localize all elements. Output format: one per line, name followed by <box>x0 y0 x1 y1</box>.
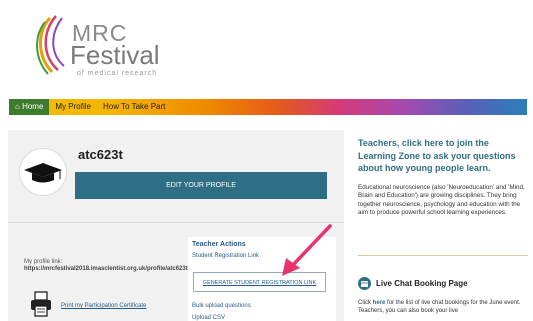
upload-csv-link[interactable]: Upload CSV <box>192 315 225 321</box>
bulk-upload-label: Bulk upload questions <box>192 303 251 309</box>
username: atc623t <box>78 147 123 162</box>
live-chat-booking-text: Click here for the list of live chat boo… <box>358 300 521 314</box>
teacher-actions-title: Teacher Actions <box>192 241 246 248</box>
edit-profile-button[interactable]: EDIT YOUR PROFILE <box>75 172 327 199</box>
profile-link-label: My profile link: <box>24 259 63 265</box>
printer-icon[interactable] <box>30 291 52 317</box>
teachers-learning-zone-link[interactable]: Teachers, click here to join the Learnin… <box>358 137 528 175</box>
annotation-arrow-icon <box>282 224 332 276</box>
chat-here-link[interactable]: here <box>373 300 386 306</box>
neuroscience-description: Educational neuroscience (also 'Neuroedu… <box>358 184 525 217</box>
logo-festival-text: Festival <box>70 40 160 70</box>
logo-subtitle: of medical research <box>77 70 158 77</box>
graduation-cap-icon <box>24 163 62 183</box>
divider <box>358 255 528 256</box>
chat-calendar-icon <box>358 277 371 290</box>
nav-home[interactable]: ⌂ Home <box>9 99 50 115</box>
mrc-festival-logo[interactable]: MRC Festival of medical research <box>30 10 180 80</box>
main-nav: ⌂ Home My Profile How To Take Part <box>9 99 527 115</box>
home-icon: ⌂ <box>15 102 23 111</box>
student-registration-label: Student Registration Link <box>192 253 260 259</box>
nav-how-to-take-part[interactable]: How To Take Part <box>97 99 171 115</box>
nav-my-profile[interactable]: My Profile <box>49 99 97 115</box>
avatar <box>19 148 67 196</box>
profile-link-url[interactable]: https://mrcfestival2018.imascientist.org… <box>24 266 189 273</box>
live-chat-booking-title: Live Chat Booking Page <box>376 279 468 288</box>
print-certificate-link[interactable]: Print my Participation Certificate <box>61 303 146 309</box>
